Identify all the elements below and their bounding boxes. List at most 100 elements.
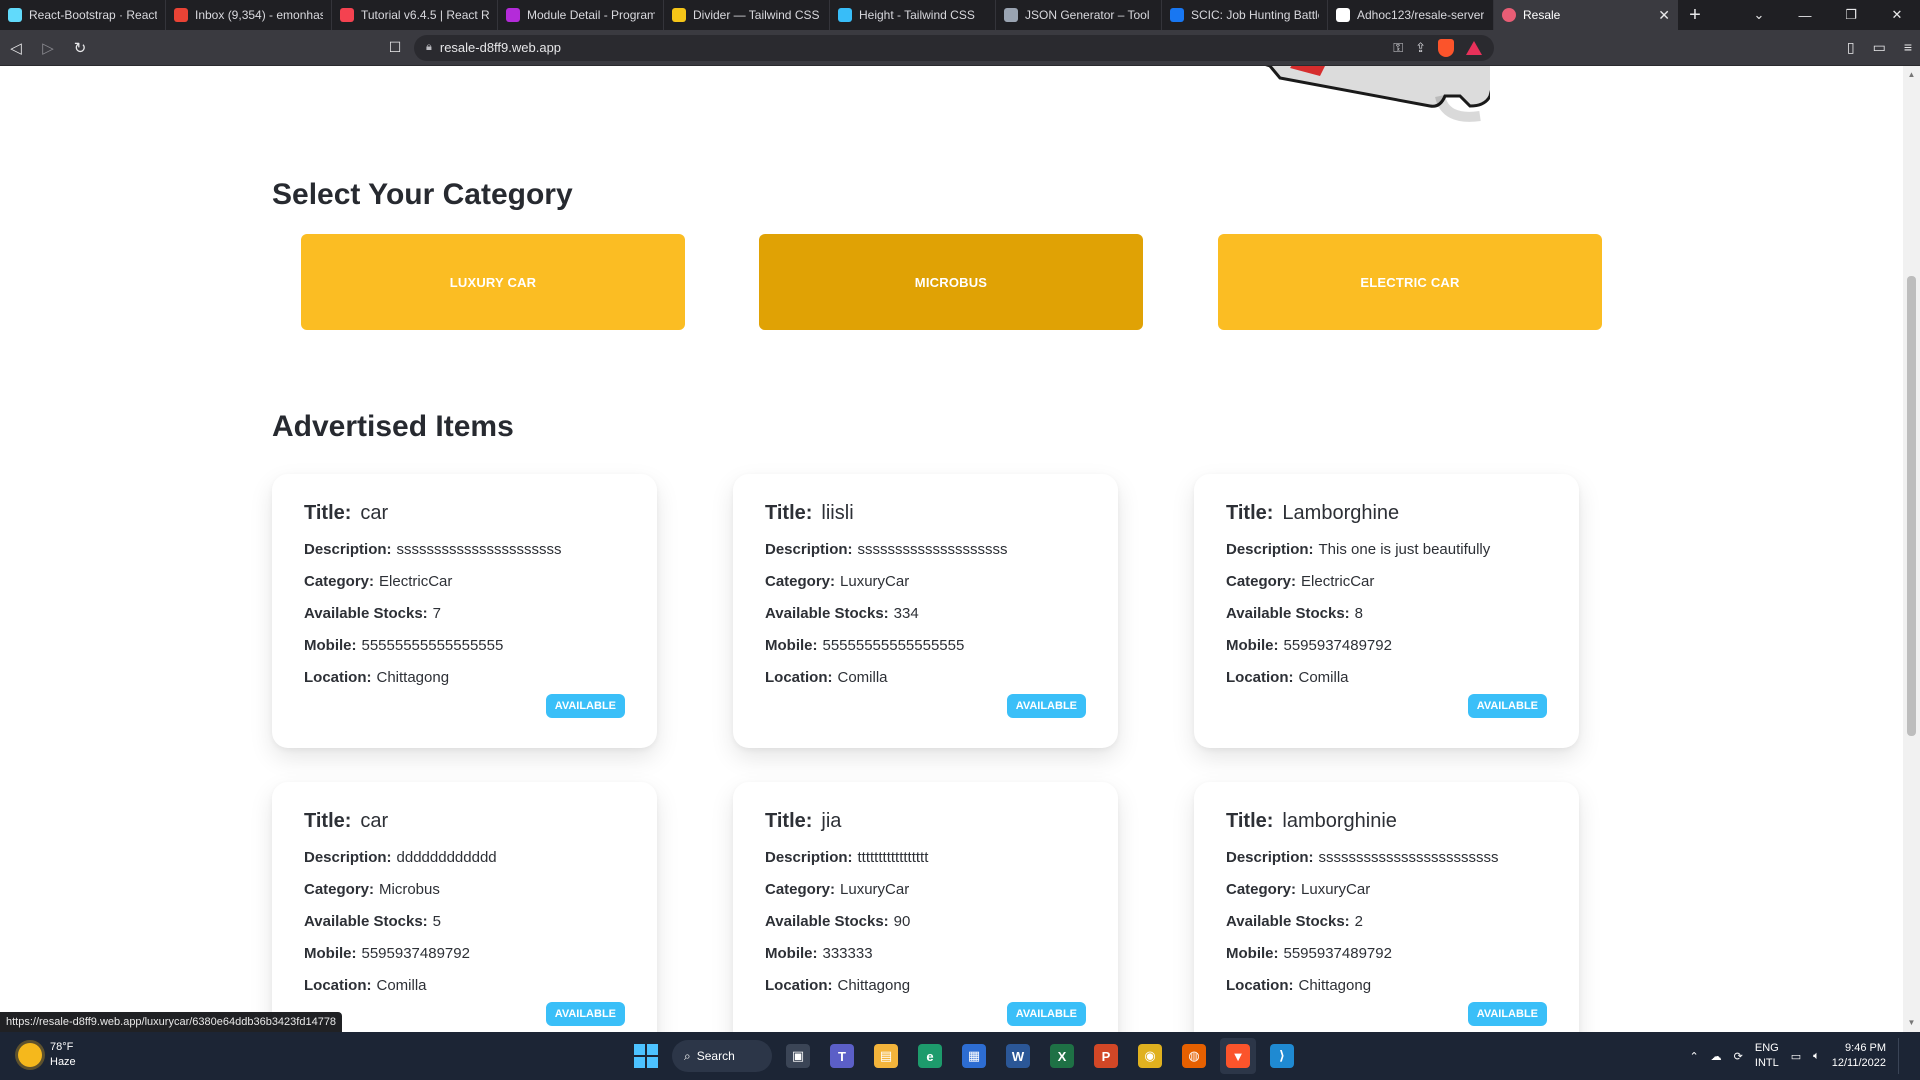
item-mobile-label: Mobile: [1226,637,1279,654]
link-status-url: https://resale-d8ff9.web.app/luxurycar/6… [0,1012,343,1032]
item-category-value: ElectricCar [379,573,453,590]
tab-label: JSON Generator – Tool f [1025,8,1153,22]
item-category: Category: LuxuryCar [765,566,1086,598]
browser-tab[interactable]: Inbox (9,354) - emonhas [166,0,332,30]
show-desktop-button[interactable] [1898,1038,1904,1074]
tab-resale[interactable]: Resale ✕ [1494,0,1678,30]
item-mobile: Mobile: 55555555555555555 [304,630,625,662]
item-location: Location: Comilla [1226,662,1547,694]
browser-tab[interactable]: Tutorial v6.4.5 | React R [332,0,498,30]
onedrive-icon[interactable]: ☁ [1711,1050,1722,1063]
language-indicator[interactable]: ENG INTL [1755,1041,1779,1071]
restore-icon[interactable]: ❐ [1828,0,1874,30]
item-title-value: jia [821,810,842,832]
bookmark-icon[interactable]: ☐ [382,39,408,56]
scroll-thumb[interactable] [1907,276,1916,736]
task-view-icon[interactable]: ▣ [780,1038,816,1074]
back-icon[interactable]: ◁ [0,33,32,63]
clock[interactable]: 9:46 PM 12/11/2022 [1832,1041,1886,1071]
hero-car-image [1265,66,1490,122]
item-card[interactable]: Title: car Description: sssssssssssssssssss… [272,474,657,748]
item-card[interactable]: Title: liisli Description: ssssssssssssssss… [733,474,1118,748]
item-card[interactable]: Title: jia Description: ttttttttttttttttt Ca… [733,782,1118,1032]
browser-tab[interactable]: React-Bootstrap · React [0,0,166,30]
store-icon[interactable]: ▦ [956,1038,992,1074]
item-location-value: Comilla [837,669,888,686]
item-location: Location: Chittagong [1226,970,1547,1002]
item-location-label: Location: [304,669,372,686]
forward-icon[interactable]: ▷ [32,33,64,63]
sync-icon[interactable]: ⟳ [1734,1050,1743,1063]
start-icon[interactable] [628,1038,664,1074]
item-category-label: Category: [1226,881,1297,898]
scroll-down-icon[interactable]: ▼ [1907,1018,1916,1027]
item-title-label: Title: [765,810,813,832]
availability-badge: AVAILABLE [1467,694,1547,718]
tab-label: Height - Tailwind CSS [859,8,975,22]
close-tab-icon[interactable]: ✕ [1658,7,1670,24]
word-icon[interactable]: W [1000,1038,1036,1074]
wallet-icon[interactable]: ▭ [1873,39,1886,56]
taskbar-search[interactable]: ⌕ Search [672,1040,772,1072]
item-description-label: Description: [1226,541,1314,558]
tab-search-icon[interactable]: ⌄ [1736,0,1782,30]
page-scrollbar[interactable]: ▲ ▼ [1903,66,1920,1032]
reload-icon[interactable]: ↻ [64,33,96,63]
category-electric-car-button[interactable]: ELECTRIC CAR [1218,234,1602,330]
url-field[interactable]: 🔒︎ resale-d8ff9.web.app ⚿ ⇪ [414,34,1494,61]
file-explorer-icon[interactable]: ▤ [868,1038,904,1074]
brave-rewards-icon[interactable] [1466,40,1482,55]
item-category-label: Category: [765,573,836,590]
excel-icon[interactable]: X [1044,1038,1080,1074]
powerpoint-icon[interactable]: P [1088,1038,1124,1074]
item-description-value: dddddddddddd [396,849,497,866]
toolbar-right: ▯ ▭ ≡ [1847,39,1912,56]
minimize-icon[interactable]: — [1782,0,1828,30]
weather-widget[interactable]: 78°F Haze [18,1040,76,1070]
browser-tab[interactable]: Height - Tailwind CSS [830,0,996,30]
browser-tab[interactable]: JSON Generator – Tool f [996,0,1162,30]
new-tab-button[interactable]: + [1678,0,1712,30]
item-title: Title: Lamborghine [1226,500,1547,526]
browser-tab[interactable]: Module Detail - Program [498,0,664,30]
brave-icon[interactable]: ▼ [1220,1038,1256,1074]
item-mobile-label: Mobile: [1226,945,1279,962]
network-icon[interactable]: ▭ [1791,1050,1801,1063]
show-hidden-icons-icon[interactable]: ⌃ [1689,1050,1698,1063]
item-card[interactable]: Title: car Description: dddddddddddd Categor… [272,782,657,1032]
item-location-value: Chittagong [1298,977,1372,994]
category-luxury-car-button[interactable]: LUXURY CAR [301,234,685,330]
sidebar-icon[interactable]: ▯ [1847,39,1855,56]
chrome-icon[interactable]: ◉ [1132,1038,1168,1074]
browser-tab[interactable]: Adhoc123/resale-server [1328,0,1494,30]
item-category-value: LuxuryCar [1301,881,1371,898]
menu-icon[interactable]: ≡ [1904,39,1912,56]
share-icon[interactable]: ⇪ [1415,40,1426,56]
browser-tab[interactable]: SCIC: Job Hunting Battle [1162,0,1328,30]
vscode-icon[interactable]: ⟩ [1264,1038,1300,1074]
item-mobile-value: 333333 [822,945,873,962]
category-microbus-button[interactable]: MICROBUS [759,234,1143,330]
teams-icon[interactable]: T [824,1038,860,1074]
volume-icon[interactable]: 🔈︎ [1813,1050,1820,1063]
browser-tab[interactable]: Divider — Tailwind CSS [664,0,830,30]
scroll-up-icon[interactable]: ▲ [1907,70,1916,79]
item-location: Location: Chittagong [304,662,625,694]
item-mobile-label: Mobile: [304,637,357,654]
firefox-icon[interactable]: ◍ [1176,1038,1212,1074]
edge-icon[interactable]: e [912,1038,948,1074]
item-stocks-value: 90 [893,913,911,930]
item-card[interactable]: Title: lamborghinie Description: ssssssssss… [1194,782,1579,1032]
item-location: Location: Comilla [765,662,1086,694]
item-mobile: Mobile: 5595937489792 [1226,630,1547,662]
item-category-value: LuxuryCar [840,573,910,590]
item-card[interactable]: Title: Lamborghine Description: This one is… [1194,474,1579,748]
close-window-icon[interactable]: ✕ [1874,0,1920,30]
item-location: Location: Comilla [304,970,625,1002]
item-description: Description: ssssssssssssssssssssss [304,534,625,566]
key-icon[interactable]: ⚿ [1393,40,1403,56]
item-description-label: Description: [304,541,392,558]
item-location-label: Location: [304,977,372,994]
brave-shields-icon[interactable] [1438,38,1454,57]
item-stocks: Available Stocks: 2 [1226,906,1547,938]
